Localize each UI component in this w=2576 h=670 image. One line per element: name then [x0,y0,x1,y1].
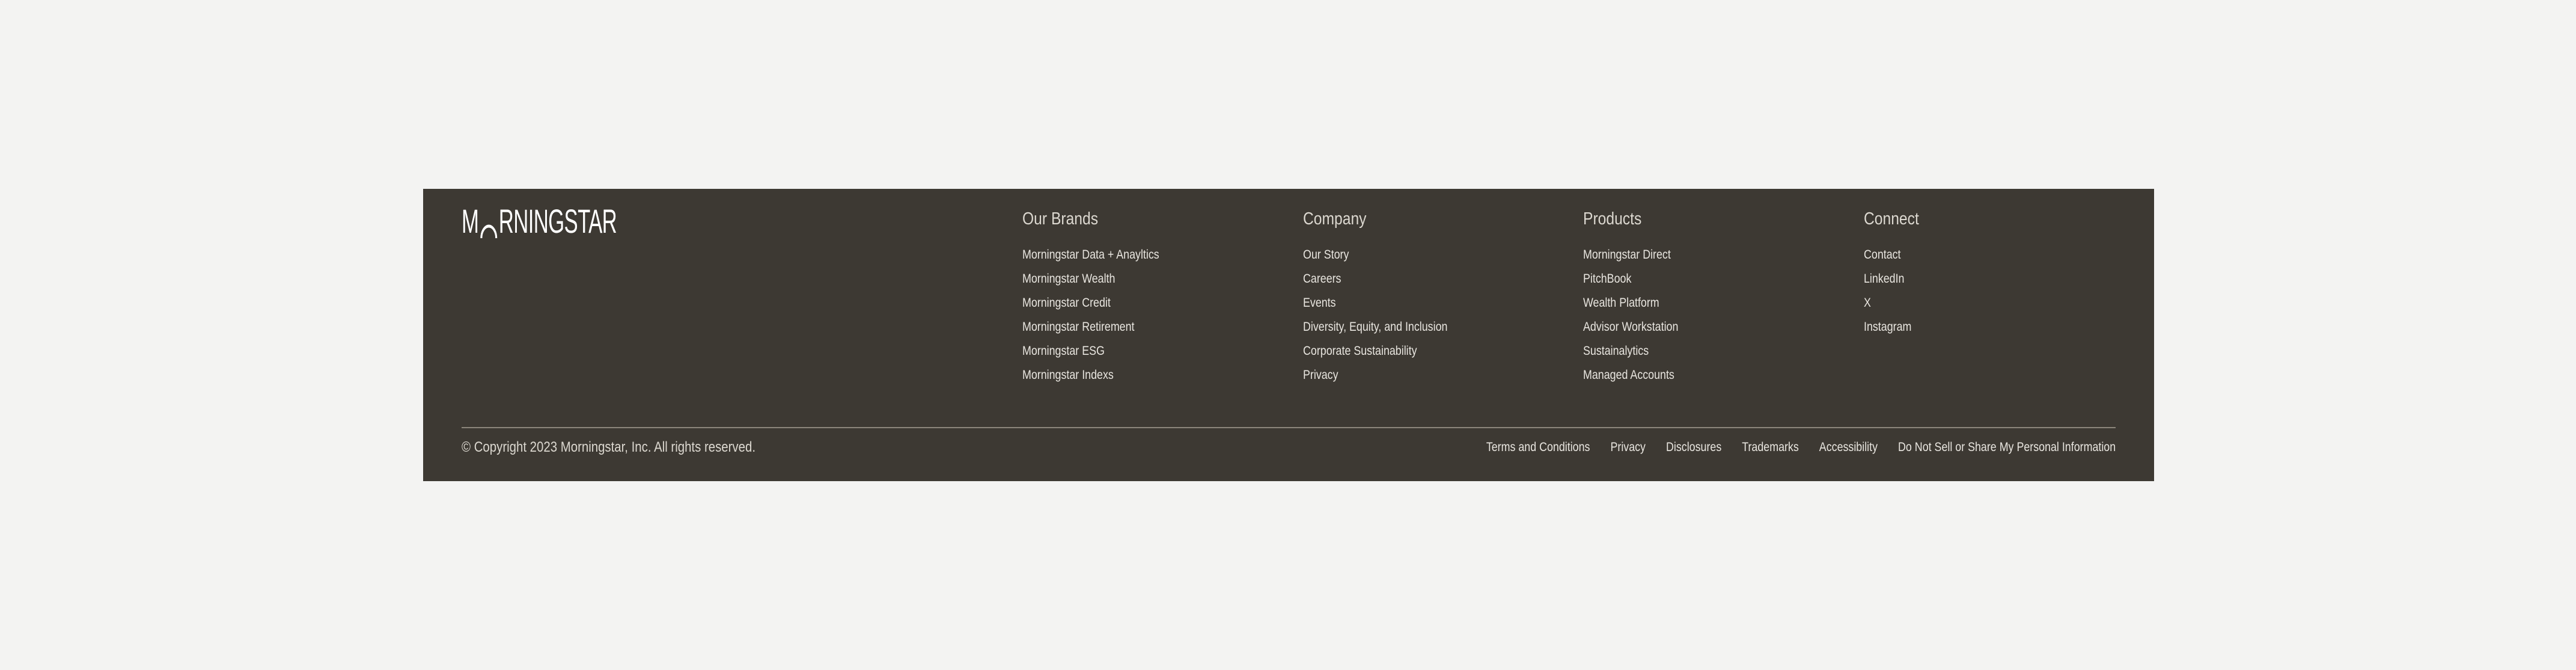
footer-link-credit[interactable]: Morningstar Credit [1022,291,1159,315]
footer-link-careers[interactable]: Careers [1303,267,1447,291]
footer-link-sustainalytics[interactable]: Sustainalytics [1583,339,1678,363]
footer-link-esg[interactable]: Morningstar ESG [1022,339,1159,363]
footer-link-retirement[interactable]: Morningstar Retirement [1022,315,1159,339]
footer-column-connect: Connect Contact LinkedIn X Instagram [1864,208,1929,339]
legal-link-disclosures[interactable]: Disclosures [1666,438,1721,457]
legal-link-terms[interactable]: Terms and Conditions [1486,438,1590,457]
footer-link-data-analytics[interactable]: Morningstar Data + Anayltics [1022,243,1159,267]
footer-link-advisor-workstation[interactable]: Advisor Workstation [1583,315,1678,339]
column-heading-products: Products [1583,209,1642,229]
footer-link-our-story[interactable]: Our Story [1303,243,1447,267]
footer-link-x[interactable]: X [1864,291,1919,315]
footer-column-company: Company Our Story Careers Events Diversi… [1303,208,1473,387]
footer-link-company-privacy[interactable]: Privacy [1303,363,1447,387]
column-heading-our-brands: Our Brands [1022,209,1099,229]
footer-link-diversity[interactable]: Diversity, Equity, and Inclusion [1303,315,1447,339]
footer-divider [462,427,2116,428]
morningstar-logo[interactable]: M RNINGSTAR [462,203,617,238]
footer-link-instagram[interactable]: Instagram [1864,315,1919,339]
logo-text-start: M [462,202,479,240]
footer-link-morningstar-direct[interactable]: Morningstar Direct [1583,243,1678,267]
legal-link-trademarks[interactable]: Trademarks [1742,438,1799,457]
column-heading-company: Company [1303,209,1367,229]
footer-column-our-brands: Our Brands Morningstar Data + Anayltics … [1022,208,1183,387]
footer-link-managed-accounts[interactable]: Managed Accounts [1583,363,1678,387]
site-footer: M RNINGSTAR Our Brands Morningstar Data … [423,189,2154,481]
footer-link-indexes[interactable]: Morningstar Indexs [1022,363,1159,387]
footer-link-corporate-sustainability[interactable]: Corporate Sustainability [1303,339,1447,363]
legal-link-accessibility[interactable]: Accessibility [1819,438,1878,457]
footer-link-linkedin[interactable]: LinkedIn [1864,267,1919,291]
legal-links: Terms and Conditions Privacy Disclosures… [1486,438,2116,457]
legal-link-privacy[interactable]: Privacy [1610,438,1646,457]
footer-column-products: Products Morningstar Direct PitchBook We… [1583,208,1695,387]
footer-link-events[interactable]: Events [1303,291,1447,315]
logo-arch-icon [480,214,498,238]
footer-link-wealth-platform[interactable]: Wealth Platform [1583,291,1678,315]
footer-link-contact[interactable]: Contact [1864,243,1919,267]
footer-link-pitchbook[interactable]: PitchBook [1583,267,1678,291]
footer-link-wealth[interactable]: Morningstar Wealth [1022,267,1159,291]
logo-text-end: RNINGSTAR [498,202,617,240]
legal-link-do-not-sell[interactable]: Do Not Sell or Share My Personal Informa… [1898,438,2116,457]
column-heading-connect: Connect [1864,209,1919,229]
copyright-notice: © Copyright 2023 Morningstar, Inc. All r… [462,439,756,455]
